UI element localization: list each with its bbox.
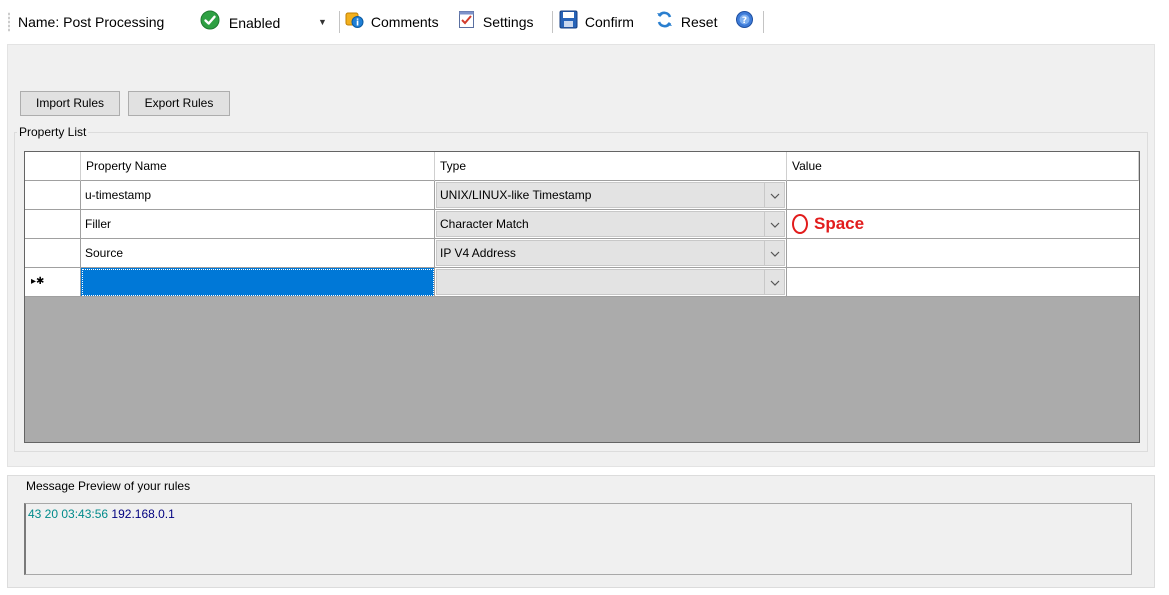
new-row: ▸✱ bbox=[25, 268, 1139, 297]
value-cell[interactable] bbox=[787, 239, 1139, 268]
help-icon: ? bbox=[735, 10, 754, 35]
settings-checklist-icon bbox=[458, 10, 476, 35]
settings-label: Settings bbox=[482, 14, 534, 31]
type-combobox[interactable]: UNIX/LINUX-like Timestamp bbox=[436, 182, 785, 208]
chevron-down-icon[interactable] bbox=[764, 241, 784, 265]
type-combobox[interactable]: Character Match bbox=[436, 211, 785, 237]
property-list-title: Property List bbox=[17, 125, 89, 139]
rule-name-label: Name: Post Processing bbox=[18, 14, 165, 30]
reset-button[interactable]: Reset bbox=[655, 11, 717, 33]
column-header-value[interactable]: Value bbox=[787, 152, 1139, 181]
comments-label: Comments bbox=[370, 14, 439, 31]
space-annotation: Space bbox=[792, 213, 864, 235]
type-value: UNIX/LINUX-like Timestamp bbox=[440, 188, 592, 202]
grid-header-row: Property Name Type Value bbox=[25, 152, 1139, 181]
type-cell[interactable] bbox=[435, 268, 787, 297]
svg-text:i: i bbox=[356, 19, 359, 29]
chevron-down-icon: ▼ bbox=[318, 17, 327, 27]
value-cell[interactable] bbox=[787, 268, 1139, 297]
toolbar-separator bbox=[339, 11, 340, 33]
row-header[interactable] bbox=[25, 181, 81, 210]
column-header-property-name[interactable]: Property Name bbox=[81, 152, 435, 181]
space-annotation-label: Space bbox=[814, 214, 865, 233]
confirm-button[interactable]: Confirm bbox=[559, 10, 634, 35]
toolbar-separator bbox=[552, 11, 553, 33]
new-row-marker[interactable]: ▸✱ bbox=[25, 268, 81, 297]
save-disk-icon bbox=[559, 10, 578, 35]
value-cell[interactable] bbox=[787, 181, 1139, 210]
reset-label: Reset bbox=[680, 14, 718, 31]
red-circle-icon bbox=[792, 214, 808, 234]
property-name-cell[interactable]: Filler bbox=[81, 210, 435, 239]
chevron-down-icon[interactable] bbox=[764, 212, 784, 236]
row-header[interactable] bbox=[25, 210, 81, 239]
comments-icon: i bbox=[345, 10, 364, 35]
type-cell[interactable]: Character Match bbox=[435, 210, 787, 239]
message-preview-title: Message Preview of your rules bbox=[24, 479, 193, 493]
chevron-down-icon[interactable] bbox=[764, 183, 784, 207]
property-name-cell[interactable]: u-timestamp bbox=[81, 181, 435, 210]
settings-button[interactable]: Settings bbox=[458, 11, 533, 33]
help-button[interactable]: ? bbox=[735, 11, 754, 33]
row-header[interactable] bbox=[25, 239, 81, 268]
toolbar: Name: Post Processing Enabled ▼ i Commen… bbox=[0, 0, 1169, 44]
type-cell[interactable]: UNIX/LINUX-like Timestamp bbox=[435, 181, 787, 210]
row-header-corner bbox=[25, 152, 81, 181]
type-combobox[interactable]: IP V4 Address bbox=[436, 240, 785, 266]
check-circle-icon bbox=[200, 10, 220, 36]
confirm-label: Confirm bbox=[584, 14, 634, 31]
svg-text:?: ? bbox=[742, 16, 747, 26]
preview-segment-ip: 192.168.0.1 bbox=[111, 507, 175, 521]
refresh-icon bbox=[655, 10, 674, 35]
toolbar-grip[interactable] bbox=[8, 12, 10, 32]
table-row: Source IP V4 Address bbox=[25, 239, 1139, 268]
type-combobox[interactable] bbox=[436, 269, 785, 295]
preview-segment-timestamp: 43 20 03:43:56 bbox=[28, 507, 109, 521]
import-rules-button[interactable]: Import Rules bbox=[20, 91, 120, 116]
table-row: Filler Character Match Space bbox=[25, 210, 1139, 239]
value-cell[interactable]: Space bbox=[787, 210, 1139, 239]
type-value: Character Match bbox=[440, 217, 529, 231]
column-header-type[interactable]: Type bbox=[435, 152, 787, 181]
property-grid[interactable]: Property Name Type Value u-timestamp UNI… bbox=[24, 151, 1140, 443]
type-value: IP V4 Address bbox=[440, 246, 516, 260]
status-value: Enabled bbox=[228, 14, 281, 31]
message-preview-area[interactable]: 43 20 03:43:56 192.168.0.1 bbox=[24, 503, 1132, 575]
new-property-name-cell[interactable] bbox=[81, 268, 435, 297]
property-name-cell[interactable]: Source bbox=[81, 239, 435, 268]
toolbar-separator bbox=[763, 11, 764, 33]
table-row: u-timestamp UNIX/LINUX-like Timestamp bbox=[25, 181, 1139, 210]
export-rules-button[interactable]: Export Rules bbox=[128, 91, 230, 116]
type-cell[interactable]: IP V4 Address bbox=[435, 239, 787, 268]
status-dropdown[interactable]: Enabled ▼ bbox=[200, 10, 330, 36]
comments-button[interactable]: i Comments bbox=[345, 11, 439, 33]
chevron-down-icon[interactable] bbox=[764, 270, 784, 294]
